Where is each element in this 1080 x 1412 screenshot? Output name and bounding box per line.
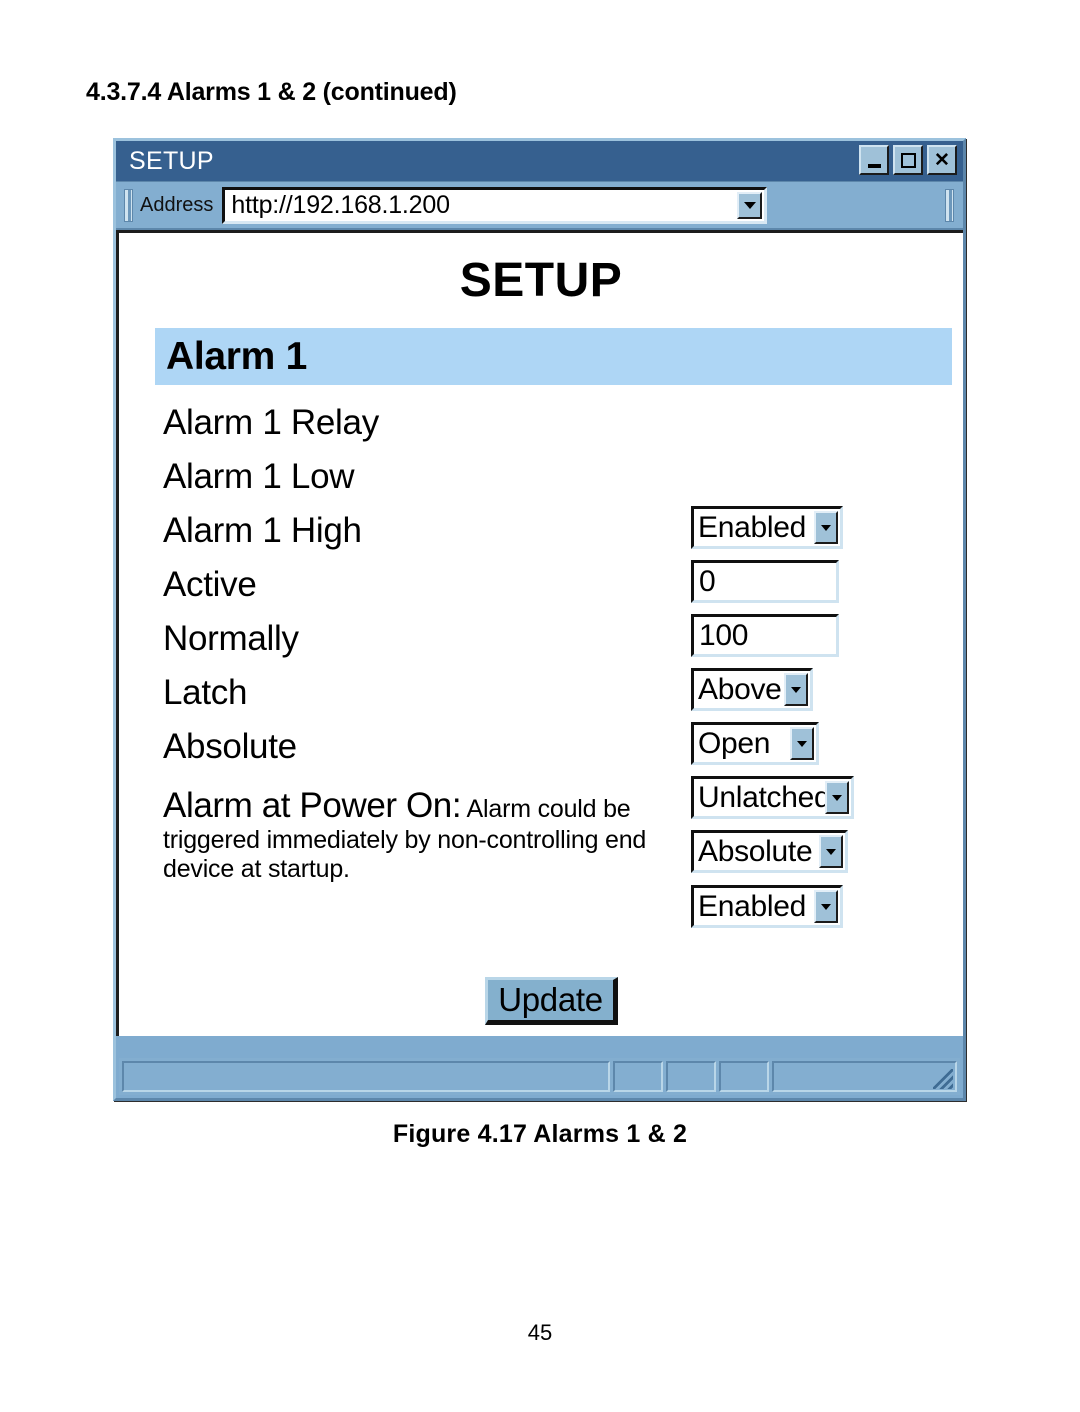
input-alarm1-high[interactable]: 100	[691, 614, 839, 657]
select-latch-arrow[interactable]	[825, 781, 849, 814]
maximize-button[interactable]	[893, 145, 923, 175]
minimize-icon	[867, 163, 881, 168]
maximize-icon	[900, 152, 916, 168]
label-latch: Latch	[163, 673, 248, 712]
section-header-label: Alarm 1	[166, 334, 307, 378]
status-bar	[119, 1058, 960, 1095]
select-alarm-at-power-on[interactable]: Enabled	[691, 885, 843, 928]
page-title: SETUP	[459, 254, 623, 307]
chevron-down-icon	[826, 848, 836, 855]
select-normally-value: Open	[698, 726, 771, 760]
label-alarm1-high: Alarm 1 High	[163, 511, 362, 550]
select-absolute-value: Absolute	[698, 834, 813, 868]
select-alarm1-relay-value: Enabled	[698, 510, 806, 544]
select-alarm-at-power-on-arrow[interactable]	[814, 890, 838, 923]
chevron-down-icon	[832, 794, 842, 801]
toolbar-grip-handle-right[interactable]	[945, 188, 954, 222]
label-alarm1-relay: Alarm 1 Relay	[163, 403, 379, 442]
page-number: 45	[527, 1320, 553, 1345]
resize-grip-icon[interactable]	[933, 1069, 953, 1089]
form-row-latch: Latch	[119, 666, 963, 720]
address-dropdown-button[interactable]	[737, 191, 763, 219]
select-normally[interactable]: Open	[691, 722, 819, 765]
select-alarm1-relay[interactable]: Enabled	[691, 506, 843, 549]
page-content: SETUP Alarm 1 Alarm 1 Relay Alarm 1 Low …	[116, 230, 963, 1036]
label-alarm1-low: Alarm 1 Low	[163, 457, 355, 496]
select-alarm1-relay-arrow[interactable]	[814, 511, 838, 544]
chevron-down-icon	[821, 524, 831, 531]
address-input-value: http://192.168.1.200	[231, 190, 450, 219]
select-normally-arrow[interactable]	[790, 727, 814, 760]
label-normally: Normally	[163, 619, 299, 658]
select-absolute-arrow[interactable]	[819, 835, 843, 868]
update-button[interactable]: Update	[485, 977, 618, 1025]
address-toolbar: Address http://192.168.1.200	[116, 182, 963, 230]
toolbar-grip-handle[interactable]	[124, 188, 133, 222]
label-active: Active	[163, 565, 257, 604]
select-active-value: Above	[698, 672, 782, 706]
chevron-down-icon	[791, 686, 801, 693]
input-alarm1-low-value: 0	[699, 564, 716, 598]
window-controls: ✕	[859, 145, 957, 175]
section-heading: 4.3.7.4 Alarms 1 & 2 (continued)	[86, 78, 457, 106]
select-latch[interactable]: Unlatched	[691, 776, 854, 819]
input-alarm1-low[interactable]: 0	[691, 560, 839, 603]
form-row-absolute: Absolute	[119, 720, 963, 774]
select-latch-value: Unlatched	[698, 780, 831, 814]
select-active-arrow[interactable]	[784, 673, 808, 706]
select-absolute[interactable]: Absolute	[691, 830, 848, 873]
status-pane-1	[613, 1061, 663, 1092]
status-pane-3	[719, 1061, 769, 1092]
chevron-down-icon	[821, 903, 831, 910]
form-row-alarm1-low: Alarm 1 Low	[119, 450, 963, 504]
address-label: Address	[140, 193, 214, 216]
select-alarm-at-power-on-value: Enabled	[698, 889, 806, 923]
chevron-down-icon	[797, 740, 807, 747]
close-button[interactable]: ✕	[927, 145, 957, 175]
address-input[interactable]: http://192.168.1.200	[222, 186, 768, 224]
alarm-power-on-title: Alarm at Power On:	[163, 786, 462, 825]
form-row-alarm1-relay: Alarm 1 Relay	[119, 396, 963, 450]
status-pane-main	[122, 1061, 610, 1092]
window-titlebar[interactable]: SETUP ✕	[116, 141, 963, 182]
figure-caption: Figure 4.17 Alarms 1 & 2	[392, 1120, 688, 1148]
select-active[interactable]: Above	[691, 668, 813, 711]
status-pane-2	[666, 1061, 716, 1092]
section-header-bar: Alarm 1	[155, 328, 952, 385]
status-pane-zone	[772, 1061, 957, 1092]
alarm-power-on-note: Alarm at Power On: Alarm could be trigge…	[163, 786, 693, 884]
label-absolute: Absolute	[163, 727, 297, 766]
chevron-down-icon	[743, 201, 756, 209]
minimize-button[interactable]	[859, 145, 889, 175]
window-title: SETUP	[129, 146, 214, 175]
input-alarm1-high-value: 100	[699, 618, 749, 652]
browser-window: SETUP ✕ Address http://192.168.1.200 SET…	[113, 138, 966, 1101]
